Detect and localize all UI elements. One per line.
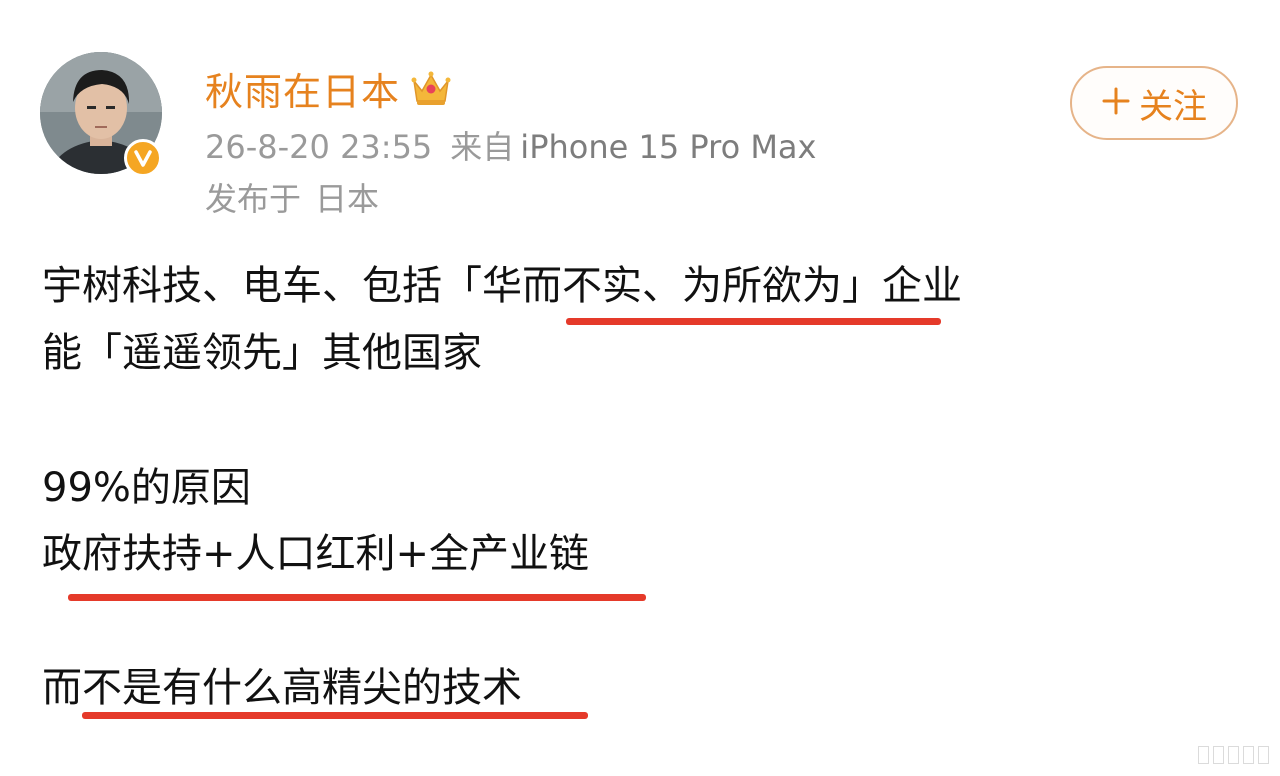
crown-icon[interactable] [410,69,452,107]
location-label: 发布于 [205,180,302,218]
location-value: 日本 [315,180,380,218]
post-timestamp: 26-8-20 23:55 [205,128,433,166]
author-name-text[interactable]: 秋雨在日本 [205,61,400,116]
device-name: iPhone 15 Pro Max [520,128,817,166]
post-text-line-1: 宇树科技、电车、包括「华而不实、为所欲为」企业 [42,263,962,309]
highlight-underline [68,594,646,601]
post-text-line-4: 政府扶持+人口红利+全产业链 [42,531,590,577]
highlight-underline [566,318,941,325]
post-location: 发布于 日本 [205,178,379,220]
verified-icon [124,139,162,177]
follow-button-label: 关注 [1139,86,1207,127]
plus-icon [1101,83,1131,123]
post-text-line-5: 而不是有什么高精尖的技术 [42,665,522,711]
post-text-line-3: 99%的原因 [42,465,251,511]
post-text-line-2: 能「遥遥领先」其他国家 [42,330,482,376]
highlight-underline [82,712,588,719]
author-name[interactable]: 秋雨在日本 [205,62,452,114]
post-meta: 26-8-20 23:55 来自 iPhone 15 Pro Max [205,126,816,168]
watermark-icon [1198,746,1270,764]
follow-button[interactable]: 关注 [1070,66,1238,140]
source-label: 来自 [450,128,515,166]
